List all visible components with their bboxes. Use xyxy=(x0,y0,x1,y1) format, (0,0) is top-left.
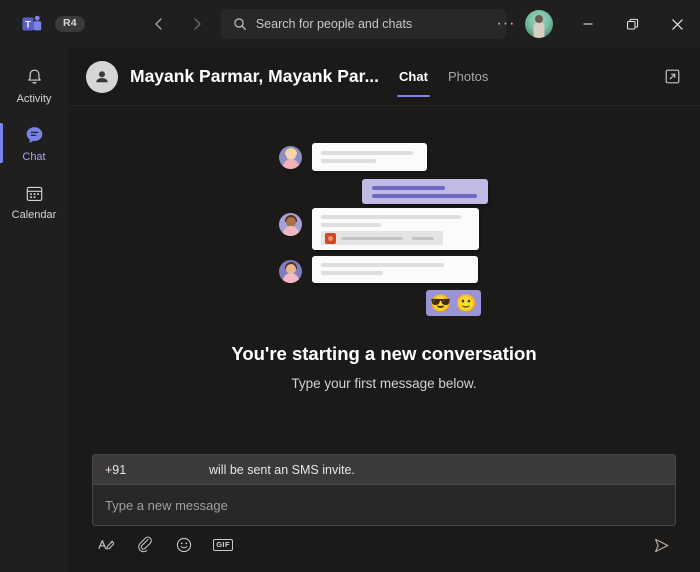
emoji-icon[interactable] xyxy=(173,534,195,556)
left-rail: Activity Chat xyxy=(0,48,68,572)
sidebar-item-label: Chat xyxy=(22,152,45,163)
page-title: Mayank Parmar, Mayank Par... xyxy=(130,66,379,87)
person-avatar-icon xyxy=(86,61,118,93)
tab-photos[interactable]: Photos xyxy=(446,48,490,105)
sidebar-item-activity[interactable]: Activity xyxy=(0,56,68,114)
gif-label: GIF xyxy=(213,539,232,551)
illustration-message-bubble xyxy=(312,143,427,171)
illustration-emoji-bubble: 😎 🙂 xyxy=(426,290,481,316)
powerpoint-file-icon xyxy=(325,233,336,244)
search-placeholder: Search for people and chats xyxy=(256,17,412,31)
illustration-avatar xyxy=(279,146,302,169)
svg-text:T: T xyxy=(25,19,31,29)
search-icon xyxy=(231,17,249,31)
send-arrow-icon[interactable] xyxy=(649,533,673,557)
illustration-avatar xyxy=(279,213,302,236)
message-input[interactable]: Type a new message xyxy=(92,484,676,526)
tab-chat[interactable]: Chat xyxy=(397,48,430,105)
sms-invite-banner: +91 will be sent an SMS invite. xyxy=(92,454,676,484)
chat-bubble-icon xyxy=(23,124,46,148)
attach-icon[interactable] xyxy=(134,534,156,556)
emoji-smile: 🙂 xyxy=(456,295,477,312)
empty-conversation-state: 😎 🙂 You're starting a new conversation T… xyxy=(68,106,700,454)
minimize-button[interactable] xyxy=(565,0,610,48)
navigation-buttons xyxy=(145,10,211,38)
compose-area: +91 will be sent an SMS invite. Type a n… xyxy=(68,454,700,572)
chevron-left-icon[interactable] xyxy=(145,10,173,38)
chevron-right-icon[interactable] xyxy=(183,10,211,38)
sidebar-item-calendar[interactable]: Calendar xyxy=(0,172,68,230)
maximize-restore-button[interactable] xyxy=(610,0,655,48)
illustration-message-bubble-with-file xyxy=(312,208,479,250)
bell-icon xyxy=(24,66,45,90)
close-button[interactable] xyxy=(655,0,700,48)
sms-phone-prefix: +91 xyxy=(105,463,209,477)
tab-label: Chat xyxy=(399,69,428,84)
illustration-outgoing-bubble xyxy=(362,179,488,204)
app-badge: R4 xyxy=(55,16,85,33)
emoji-sunglasses: 😎 xyxy=(430,295,451,312)
illustration-message-bubble xyxy=(312,256,478,283)
empty-state-title: You're starting a new conversation xyxy=(231,343,536,365)
account-avatar[interactable] xyxy=(525,10,553,38)
open-in-new-window-icon[interactable] xyxy=(658,63,686,91)
illustration-avatar xyxy=(279,260,302,283)
microsoft-teams-logo: T xyxy=(21,13,43,35)
illustration-file-attachment xyxy=(321,231,443,245)
teams-window: T R4 Search for people and chats xyxy=(0,0,700,572)
sidebar-item-label: Calendar xyxy=(12,210,57,221)
title-bar: T R4 Search for people and chats xyxy=(0,0,700,48)
sms-invite-text: will be sent an SMS invite. xyxy=(209,463,355,477)
new-conversation-illustration: 😎 🙂 xyxy=(274,138,494,323)
search-input[interactable]: Search for people and chats xyxy=(221,9,506,39)
message-placeholder: Type a new message xyxy=(105,498,228,513)
chat-tabs: Chat Photos xyxy=(397,48,490,105)
tab-label: Photos xyxy=(448,69,488,84)
more-options-button[interactable]: ··· xyxy=(491,9,521,39)
window-controls: ··· xyxy=(491,0,700,48)
format-icon[interactable] xyxy=(95,534,117,556)
app-body: Activity Chat xyxy=(0,48,700,572)
gif-icon[interactable]: GIF xyxy=(212,534,234,556)
sidebar-item-label: Activity xyxy=(17,94,52,105)
chat-panel: Mayank Parmar, Mayank Par... Chat Photos xyxy=(68,48,700,572)
sidebar-item-chat[interactable]: Chat xyxy=(0,114,68,172)
calendar-icon xyxy=(24,182,45,206)
chat-header: Mayank Parmar, Mayank Par... Chat Photos xyxy=(68,48,700,106)
empty-state-subtitle: Type your first message below. xyxy=(291,376,476,391)
compose-toolbar: GIF xyxy=(92,526,676,564)
